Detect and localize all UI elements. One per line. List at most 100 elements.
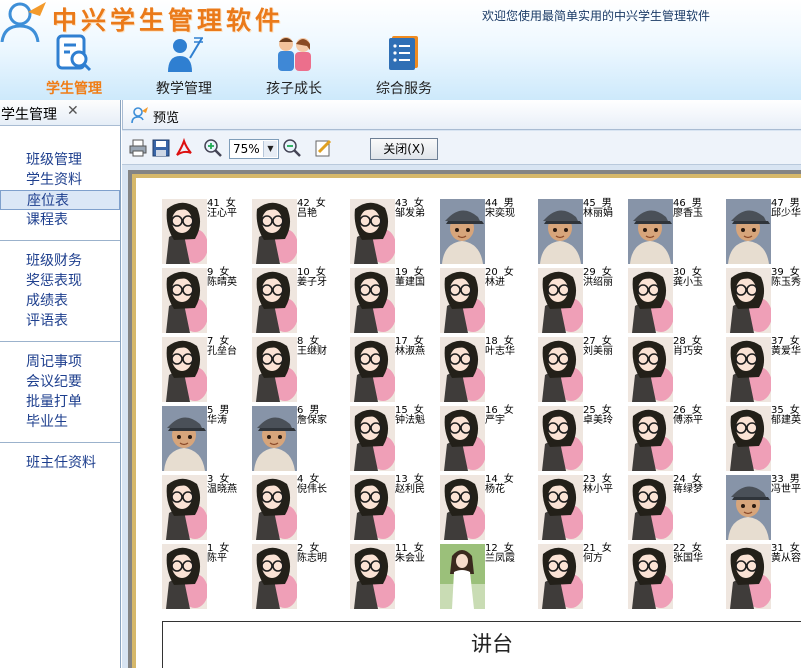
student-name: 朱会业 <box>395 553 425 564</box>
student-name: 钟法魁 <box>395 415 425 426</box>
student-name: 郁建英 <box>771 415 801 426</box>
seat-card: 13 女赵利民 <box>350 475 438 540</box>
student-info: 2 女陈志明 <box>297 544 340 564</box>
chevron-down-icon[interactable]: ▼ <box>263 141 277 157</box>
sidebar-item-graduates[interactable]: 毕业生 <box>0 412 120 432</box>
seat-card: 25 女卓美玲 <box>538 406 626 471</box>
student-info: 39 女陈玉秀 <box>771 268 801 288</box>
student-info: 16 女严宇 <box>485 406 528 426</box>
save-button[interactable] <box>150 137 172 159</box>
seat-card: 41 女汪心平 <box>162 199 250 264</box>
seat-card: 27 女刘美丽 <box>538 337 626 402</box>
paper-frame: 41 女汪心平 42 女吕艳 43 女邹发弟 44 男宋奕现 45 男林丽娟 46 男廖香玉 47 男邱少… <box>128 170 801 668</box>
student-info: 28 女肖巧安 <box>673 337 716 357</box>
edit-button[interactable] <box>312 137 334 159</box>
zoom-out-button[interactable] <box>281 137 303 159</box>
student-gender: 女 <box>315 198 326 209</box>
module-child-growth[interactable]: 孩子成长 <box>250 32 338 98</box>
student-name: 林进 <box>485 277 505 288</box>
seat-card: 33 男冯世平 <box>726 475 801 540</box>
sidebar-item-grades[interactable]: 成绩表 <box>0 291 120 311</box>
seat-card: 28 女肖巧安 <box>628 337 716 402</box>
close-preview-button[interactable]: 关闭(X) <box>370 138 438 160</box>
preview-toolbar: 75% ▼ 关闭(X) <box>122 131 801 165</box>
seat-card: 47 男邱少华 <box>726 199 801 264</box>
sidebar-item-timetable[interactable]: 课程表 <box>0 210 120 230</box>
sidebar-item-meeting-minutes[interactable]: 会议纪要 <box>0 372 120 392</box>
student-avatar <box>538 337 584 402</box>
student-name: 林淑燕 <box>395 346 425 357</box>
seat-card: 8 女王继财 <box>252 337 340 402</box>
seat-card: 37 女黄爱华 <box>726 337 801 402</box>
student-avatar <box>440 337 486 402</box>
seat-card: 23 女林小平 <box>538 475 626 540</box>
student-avatar <box>538 406 584 471</box>
export-pdf-button[interactable] <box>173 137 195 159</box>
sidebar-item-batch-print[interactable]: 批量打单 <box>0 392 120 412</box>
print-button[interactable] <box>127 137 149 159</box>
sidebar-item-comments[interactable]: 评语表 <box>0 311 120 331</box>
preview-titlebar: 预览 <box>122 100 801 130</box>
sidebar-item-seating-chart[interactable]: 座位表 <box>0 190 120 210</box>
student-info: 25 女卓美玲 <box>583 406 626 426</box>
student-info: 9 女陈晴英 <box>207 268 250 288</box>
student-avatar <box>440 406 486 471</box>
student-name: 杨花 <box>485 484 505 495</box>
student-name: 洪绍丽 <box>583 277 613 288</box>
seat-card: 21 女何方 <box>538 544 626 609</box>
module-teaching-management[interactable]: 教学管理 <box>140 32 228 98</box>
student-avatar <box>162 544 208 609</box>
student-avatar <box>726 199 771 264</box>
user-search-icon <box>131 107 148 124</box>
sidebar-group: 周记事项 会议纪要 批量打单 毕业生 <box>0 342 120 443</box>
sidebar-item-rewards[interactable]: 奖惩表现 <box>0 271 120 291</box>
seat-card: 14 女杨花 <box>440 475 528 540</box>
close-icon[interactable]: ✕ <box>67 103 79 119</box>
module-label: 综合服务 <box>376 81 432 97</box>
sidebar-item-student-info[interactable]: 学生资料 <box>0 170 120 190</box>
sidebar-item-class-finance[interactable]: 班级财务 <box>0 251 120 271</box>
student-name: 王继财 <box>297 346 327 357</box>
student-avatar <box>538 544 584 609</box>
student-info: 14 女杨花 <box>485 475 528 495</box>
student-info: 12 女兰凤霞 <box>485 544 528 564</box>
student-avatar <box>726 406 772 471</box>
student-gender: 女 <box>503 267 514 278</box>
student-info: 20 女林进 <box>485 268 528 288</box>
student-avatar <box>350 268 396 333</box>
sidebar-group: 班主任资料 <box>0 443 120 473</box>
sidebar-item-class-management[interactable]: 班级管理 <box>0 150 120 170</box>
student-info: 26 女傅添平 <box>673 406 716 426</box>
sidebar-tab[interactable]: 学生管理 ✕ <box>0 100 120 126</box>
student-info: 10 女姜子牙 <box>297 268 340 288</box>
student-info: 11 女朱会业 <box>395 544 438 564</box>
zoom-in-button[interactable] <box>202 137 224 159</box>
student-name: 林小平 <box>583 484 613 495</box>
student-name: 蒋绿梦 <box>673 484 703 495</box>
module-student-management[interactable]: 学生管理 <box>30 32 118 98</box>
sidebar-group: 班级财务 奖惩表现 成绩表 评语表 <box>0 241 120 342</box>
student-name: 陈志明 <box>297 553 327 564</box>
seat-card: 10 女姜子牙 <box>252 268 340 333</box>
student-name: 赵利民 <box>395 484 425 495</box>
sidebar-item-weekly-notes[interactable]: 周记事项 <box>0 352 120 372</box>
student-avatar <box>162 475 208 540</box>
seat-card: 9 女陈晴英 <box>162 268 250 333</box>
student-name: 廖香玉 <box>673 208 703 219</box>
student-name: 何方 <box>583 553 603 564</box>
module-label: 学生管理 <box>46 81 102 97</box>
seat-card: 26 女傅添平 <box>628 406 716 471</box>
zoom-select[interactable]: 75% ▼ <box>229 139 279 159</box>
student-name: 龚小玉 <box>673 277 703 288</box>
student-info: 24 女蒋绿梦 <box>673 475 716 495</box>
sidebar-item-teacher-info[interactable]: 班主任资料 <box>0 453 120 473</box>
student-name: 黄从容 <box>771 553 801 564</box>
module-general-service[interactable]: 综合服务 <box>360 32 448 98</box>
student-info: 33 男冯世平 <box>771 475 801 495</box>
seat-card: 18 女叶志华 <box>440 337 528 402</box>
student-name: 肖巧安 <box>673 346 703 357</box>
seat-card: 44 男宋奕现 <box>440 199 528 264</box>
student-info: 29 女洪绍丽 <box>583 268 626 288</box>
seat-card: 45 男林丽娟 <box>538 199 626 264</box>
student-info: 43 女邹发弟 <box>395 199 438 219</box>
